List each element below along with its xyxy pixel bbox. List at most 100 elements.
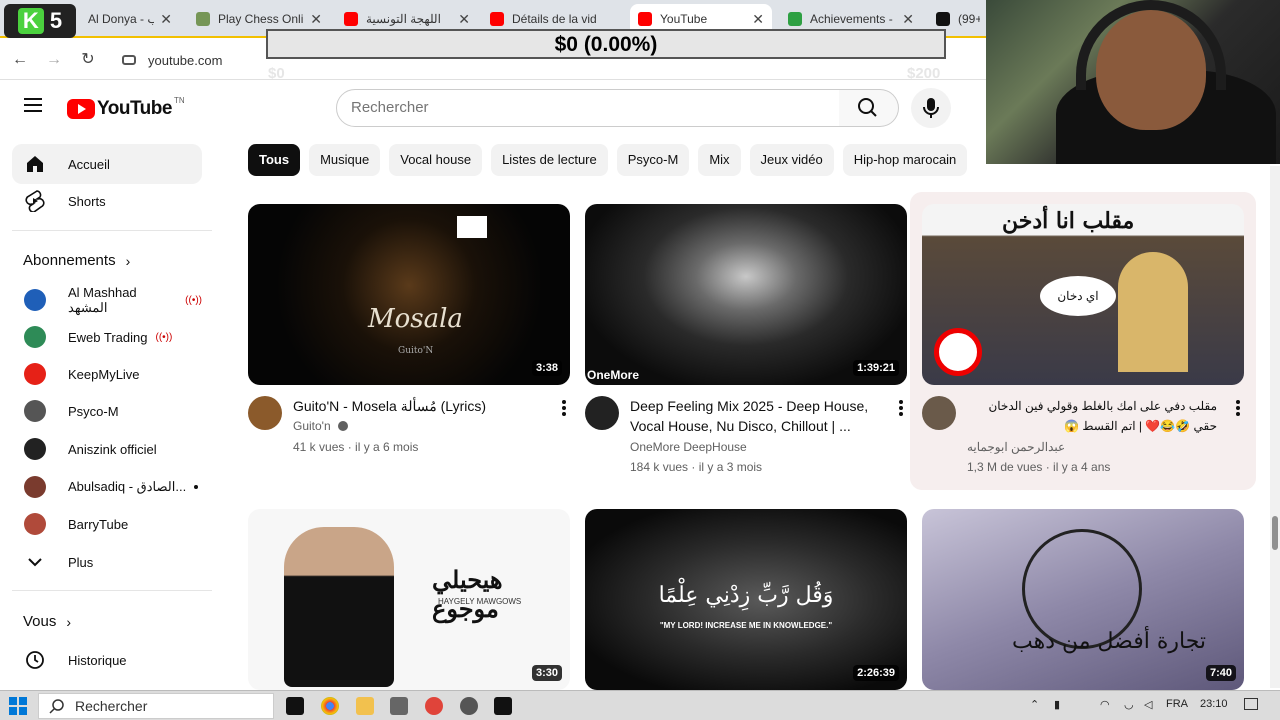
menu-icon[interactable] [24,98,42,112]
video-thumbnail[interactable]: هيحيلي موجوع HAYGELY MAWGOWS 3:30 [248,509,570,690]
channel-name[interactable]: عبدالرحمن ابوجمايه [967,440,1065,454]
chip-all[interactable]: Tous [248,144,301,176]
subscriptions-heading[interactable]: Abonnements › [23,252,130,269]
avatar [24,476,46,498]
file-explorer-icon[interactable] [356,697,374,715]
notifications-icon[interactable] [1244,698,1258,710]
video-card[interactable]: Mosala Guito'N 3:38 Guito'N - Mosela مُس… [248,204,570,474]
video-card[interactable]: وَقُل رَّبِّ زِدْنِي عِلْمًا "MY LORD! I… [585,509,907,690]
video-card[interactable]: OneMore 1:39:21 Deep Feeling Mix 2025 - … [585,204,907,474]
reload-icon[interactable]: ↻ [78,50,98,70]
chip[interactable]: Musique [309,144,381,176]
youtube-icon [344,12,358,26]
obs-icon[interactable] [460,697,478,715]
tiktok-icon [936,12,950,26]
channel-name[interactable]: Guito'n [293,419,348,433]
video-card[interactable]: هيحيلي موجوع HAYGELY MAWGOWS 3:30 [248,509,570,690]
chip[interactable]: Hip-hop marocain [842,144,968,176]
network-icon[interactable]: ◠ [1100,698,1110,711]
avatar [24,326,46,348]
sidebar-item-subscription[interactable]: BarryTube [12,504,202,544]
thumbnail-subtext: Guito'N [398,346,434,356]
chip[interactable]: Mix [698,144,741,176]
video-title[interactable]: مقلب دفي على امك بالغلط وقولي فين الدخان… [967,396,1217,436]
chip[interactable]: Vocal house [389,144,483,176]
video-title[interactable]: Deep Feeling Mix 2025 - Deep House, Voca… [630,396,880,436]
sidebar-item-subscription[interactable]: Psyco-M [12,391,202,431]
close-icon[interactable]: ✕ [902,11,914,28]
close-icon[interactable]: ✕ [458,11,470,28]
video-card[interactable]: مقلب انا أدخن اي دخان مقلب دفي على امك ب… [922,204,1244,474]
close-icon[interactable]: ✕ [310,11,322,28]
more-options-icon[interactable] [1236,400,1240,418]
close-icon[interactable]: ✕ [752,11,764,28]
wifi-icon[interactable]: ◡ [1124,698,1134,711]
video-thumbnail[interactable]: Mosala Guito'N 3:38 [248,204,570,385]
taskbar-search-label: Rechercher [75,698,148,714]
sidebar-divider [12,590,212,591]
microphone-app-icon[interactable] [425,697,443,715]
page-scrollbar[interactable] [1270,166,1280,688]
tab-title: Al Donya - عطـب [88,12,155,26]
thumbnail-text: OneMore [587,368,640,382]
voice-search-button[interactable] [911,88,951,128]
channel-avatar[interactable] [585,396,619,430]
tiktok-icon[interactable] [494,697,512,715]
video-duration: 7:40 [1205,665,1236,681]
sidebar-item-subscription[interactable]: KeepMyLive [12,354,202,394]
sidebar-item-shorts[interactable]: Shorts [12,181,202,221]
search-button[interactable] [839,89,899,127]
headphones-icon [1076,0,1226,90]
video-card[interactable]: تجارة أفضل من دهب 7:40 [922,509,1244,690]
youtube-logo[interactable]: YouTube TN [67,96,185,120]
thumbnail-subtext: HAYGELY MAWGOWS [438,597,522,606]
sidebar-item-subscription[interactable]: Al Mashhad المشهد ((•)) [12,280,202,320]
video-thumbnail[interactable]: OneMore 1:39:21 [585,204,907,385]
search-input[interactable]: Rechercher [336,89,840,127]
sidebar-item-subscription[interactable]: Eweb Trading ((•)) [12,317,202,357]
thumbnail-text: هيحيلي موجوع [432,565,503,623]
forward-icon[interactable]: → [44,50,64,70]
tab-title: Achievements - [810,12,893,26]
sidebar-item-label: KeepMyLive [68,366,140,382]
microphone-tray-icon[interactable]: ▮ [1054,698,1060,711]
history-icon [24,649,46,671]
browser-tab[interactable]: Al Donya - عطـب ✕ [80,4,180,34]
channel-avatar[interactable] [922,396,956,430]
close-icon[interactable]: ✕ [160,11,172,28]
volume-icon[interactable]: ◁ [1144,698,1152,711]
sidebar-item-history[interactable]: Historique [12,640,202,680]
scrollbar-thumb[interactable] [1272,516,1278,550]
donation-min: $0 [268,65,285,82]
chevron-up-icon[interactable]: ⌃ [1030,698,1039,711]
chevron-right-icon: › [66,613,72,630]
channel-name-text: Guito'n [293,419,331,433]
sidebar-item-more[interactable]: Plus [12,542,202,582]
app-icon[interactable] [286,697,304,715]
channel-name[interactable]: OneMore DeepHouse [630,440,747,454]
channel-avatar[interactable] [248,396,282,430]
more-options-icon[interactable] [562,400,566,418]
chrome-icon[interactable] [321,697,339,715]
video-thumbnail[interactable]: مقلب انا أدخن اي دخان [922,204,1244,385]
chip[interactable]: Jeux vidéo [749,144,834,176]
chip[interactable]: Psyco-M [616,144,690,176]
back-icon[interactable]: ← [10,50,30,70]
windows-start-icon[interactable] [9,697,27,715]
clock[interactable]: 23:10 [1200,698,1228,710]
url-text: youtube.com [148,52,223,68]
language-indicator[interactable]: FRA [1166,698,1188,710]
you-heading[interactable]: Vous › [23,613,71,630]
youtube-icon [490,12,504,26]
chip[interactable]: Listes de lecture [491,144,608,176]
sidebar-item-home[interactable]: Accueil [12,144,202,184]
sidebar-item-subscription[interactable]: Abulsadiq - الصادق... [12,467,202,507]
sidebar-item-subscription[interactable]: Aniszink officiel [12,429,202,469]
video-title[interactable]: Guito'N - Mosela مُسألة (Lyrics) [293,396,543,416]
video-thumbnail[interactable]: وَقُل رَّبِّ زِدْنِي عِلْمًا "MY LORD! I… [585,509,907,690]
video-thumbnail[interactable]: تجارة أفضل من دهب 7:40 [922,509,1244,690]
app-icon[interactable] [390,697,408,715]
taskbar-search[interactable]: Rechercher [38,693,274,719]
more-options-icon[interactable] [899,400,903,418]
site-info-icon[interactable] [122,55,136,65]
